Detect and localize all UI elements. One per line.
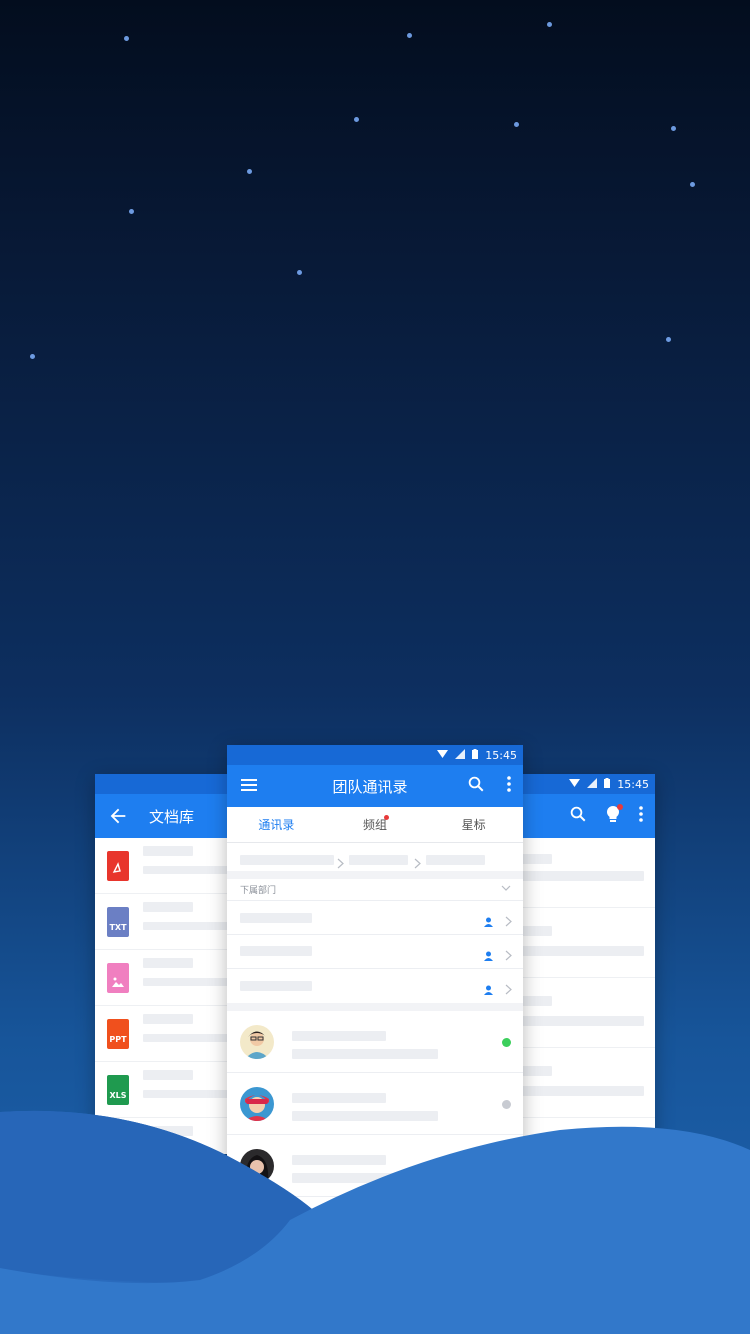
department-item[interactable] xyxy=(227,901,523,935)
file-name-placeholder xyxy=(143,902,193,912)
page-title: 团队通讯录 xyxy=(332,777,408,796)
signal-icon xyxy=(587,777,598,791)
person-icon xyxy=(484,980,493,999)
menu-icon[interactable] xyxy=(241,777,259,796)
member-name-placeholder xyxy=(292,1031,386,1041)
chevron-down-icon xyxy=(501,885,511,895)
search-icon[interactable] xyxy=(569,805,587,827)
text-placeholder xyxy=(522,871,644,881)
file-name-placeholder xyxy=(143,846,193,856)
status-time: 15:45 xyxy=(485,748,517,762)
tab-contacts[interactable]: 通讯录 xyxy=(227,807,326,842)
file-name-placeholder xyxy=(143,1014,193,1024)
ppt-file-icon: PPT xyxy=(107,1019,129,1049)
breadcrumb-item[interactable] xyxy=(349,855,408,865)
file-name-placeholder xyxy=(143,1070,193,1080)
list-item[interactable] xyxy=(510,908,655,978)
department-item[interactable] xyxy=(227,969,523,1011)
text-placeholder xyxy=(522,926,552,936)
person-icon xyxy=(484,946,493,965)
image-file-icon xyxy=(107,963,129,993)
wifi-icon xyxy=(437,749,449,762)
bulb-icon[interactable] xyxy=(605,804,623,827)
person-icon xyxy=(484,912,493,931)
app-bar xyxy=(510,794,655,838)
department-name-placeholder xyxy=(240,913,312,923)
tab-starred[interactable]: 星标 xyxy=(424,807,523,842)
notification-badge xyxy=(617,804,623,810)
chevron-right-icon xyxy=(337,854,344,873)
content-list xyxy=(510,838,655,1118)
text-placeholder xyxy=(522,854,552,864)
txt-file-icon: TXT xyxy=(107,907,129,937)
page-title: 文档库 xyxy=(149,807,195,826)
breadcrumb-item[interactable] xyxy=(426,855,485,865)
more-icon[interactable] xyxy=(507,776,511,796)
breadcrumb-item[interactable] xyxy=(240,855,334,865)
wave-decoration xyxy=(0,1110,750,1334)
more-icon[interactable] xyxy=(639,806,643,826)
star xyxy=(297,270,302,275)
status-bar: 15:45 xyxy=(227,745,523,765)
department-name-placeholder xyxy=(240,981,312,991)
member-item[interactable] xyxy=(227,1011,523,1073)
search-icon[interactable] xyxy=(467,775,485,797)
list-item[interactable] xyxy=(510,838,655,908)
file-name-placeholder xyxy=(143,958,193,968)
star xyxy=(124,36,129,41)
online-status-indicator xyxy=(502,1038,511,1047)
list-item[interactable] xyxy=(510,978,655,1048)
pdf-icon xyxy=(107,851,129,881)
star xyxy=(547,22,552,27)
star xyxy=(690,182,695,187)
star xyxy=(514,122,519,127)
battery-icon xyxy=(604,777,611,791)
chevron-right-icon xyxy=(414,854,421,873)
section-title: 下属部门 xyxy=(240,886,277,896)
text-placeholder xyxy=(522,1066,552,1076)
star xyxy=(247,169,252,174)
member-detail-placeholder xyxy=(292,1049,438,1059)
text-placeholder xyxy=(522,946,644,956)
star xyxy=(407,33,412,38)
tab-label: 通讯录 xyxy=(258,818,295,832)
app-bar: 团队通讯录 xyxy=(227,765,523,807)
signal-icon xyxy=(455,748,466,762)
tab-groups[interactable]: 频组 xyxy=(326,807,425,842)
chevron-right-icon xyxy=(505,946,512,965)
department-name-placeholder xyxy=(240,946,312,956)
department-list xyxy=(227,901,523,1011)
tab-bar: 通讯录 频组 星标 xyxy=(227,807,523,843)
star xyxy=(129,209,134,214)
tab-label: 星标 xyxy=(461,818,486,832)
star xyxy=(30,354,35,359)
notification-badge xyxy=(383,815,389,820)
text-placeholder xyxy=(522,1016,644,1026)
arrow-left-icon[interactable] xyxy=(107,805,129,827)
battery-icon xyxy=(472,748,479,762)
star xyxy=(354,117,359,122)
section-header-departments[interactable]: 下属部门 xyxy=(227,879,523,901)
avatar xyxy=(240,1025,274,1059)
status-time: 15:45 xyxy=(617,777,649,791)
star xyxy=(671,126,676,131)
star xyxy=(666,337,671,342)
text-placeholder xyxy=(522,996,552,1006)
wifi-icon xyxy=(569,778,581,791)
chevron-right-icon xyxy=(505,912,512,931)
chevron-right-icon xyxy=(505,980,512,999)
status-bar: 15:45 xyxy=(510,774,655,794)
department-item[interactable] xyxy=(227,935,523,969)
breadcrumb xyxy=(227,843,523,879)
